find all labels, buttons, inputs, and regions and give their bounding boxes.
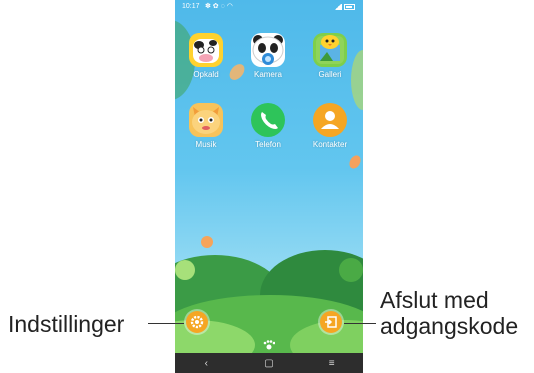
home-button[interactable]: ▢	[254, 358, 284, 369]
app-label: Opkald	[193, 70, 219, 79]
phone-screen: 10:17 ✽ ✿ ◌ ◠ Opkald Kamera Galleri Musi…	[175, 0, 363, 373]
cat-icon	[189, 103, 223, 137]
back-button[interactable]: ‹	[191, 358, 221, 369]
menu-button[interactable]: ≡	[317, 358, 347, 369]
app-label: Kontakter	[312, 140, 348, 149]
exit-icon	[325, 316, 337, 328]
navigation-bar: ‹ ▢ ≡	[175, 353, 363, 373]
app-kamera[interactable]: Kamera	[240, 33, 296, 79]
exit-with-code-button[interactable]	[320, 311, 342, 333]
app-telefon[interactable]: Telefon	[240, 103, 296, 149]
callout-line-settings	[148, 323, 184, 324]
bush-1	[175, 260, 195, 280]
floating-leaf-2	[349, 155, 361, 169]
bush-2	[339, 258, 363, 282]
callout-settings: Indstillinger	[8, 311, 125, 337]
app-label: Kamera	[253, 70, 282, 79]
paw-icon	[263, 340, 275, 350]
phone-icon	[251, 103, 285, 137]
app-label: Galleri	[318, 70, 342, 79]
app-opkald[interactable]: Opkald	[178, 33, 234, 79]
status-right	[334, 4, 355, 10]
cow-icon	[189, 33, 223, 67]
app-label: Musik	[195, 140, 217, 149]
callout-exit-line2: adgangskode	[380, 313, 519, 339]
app-galleri[interactable]: Galleri	[302, 33, 358, 79]
status-icons: ✽ ✿ ◌ ◠	[205, 3, 233, 10]
settings-button[interactable]	[186, 311, 208, 333]
panda-icon	[251, 33, 285, 67]
app-kontakter[interactable]: Kontakter	[302, 103, 358, 149]
contact-icon	[313, 103, 347, 137]
callout-line-exit	[344, 323, 376, 324]
status-bar: 10:17 ✽ ✿ ◌ ◠	[175, 0, 363, 14]
gear-icon	[190, 315, 204, 329]
app-musik[interactable]: Musik	[178, 103, 234, 149]
floating-leaf-3	[201, 236, 213, 248]
callout-exit-line1: Afslut med	[380, 287, 489, 313]
status-time: 10:17	[182, 3, 200, 10]
app-label: Telefon	[255, 140, 281, 149]
signal-icon	[334, 4, 342, 10]
chick-icon	[313, 33, 347, 67]
battery-icon	[344, 4, 355, 10]
